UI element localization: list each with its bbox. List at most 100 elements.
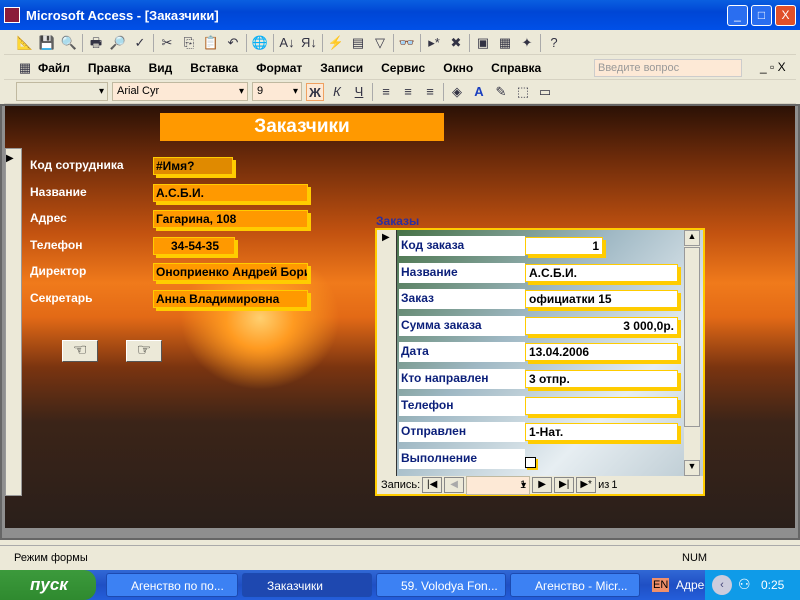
task-customers-form[interactable]: Заказчики — [242, 573, 372, 597]
record-selector[interactable]: ▶ — [5, 148, 22, 496]
menu-help[interactable]: Справка — [491, 61, 541, 75]
menu-view[interactable]: Вид — [149, 61, 173, 75]
print-preview-icon[interactable]: 🔍 — [60, 34, 78, 52]
underline-button[interactable]: Ч — [350, 83, 368, 101]
completed-checkbox[interactable] — [525, 456, 536, 468]
design-view-icon[interactable]: 📐 — [16, 34, 34, 52]
field-value[interactable]: Анна Владимировна — [153, 289, 308, 308]
border-icon[interactable]: ⬚ — [514, 83, 532, 101]
database-window-icon[interactable]: ▦ — [496, 34, 514, 52]
language-indicator[interactable]: EN — [652, 578, 670, 592]
field-value[interactable]: А.С.Б.И. — [153, 183, 308, 202]
record-of: из — [598, 479, 610, 491]
start-button[interactable]: пуск — [0, 570, 96, 600]
align-left-icon[interactable]: ≡ — [377, 83, 395, 101]
task-word[interactable]: Агенство - Micr... — [510, 573, 640, 597]
menu-records[interactable]: Записи — [320, 61, 363, 75]
form-icon: ▦ — [18, 59, 32, 75]
cut-icon[interactable]: ✂ — [158, 34, 176, 52]
subform-field-value[interactable]: 1 — [525, 237, 603, 255]
object-select[interactable] — [16, 82, 108, 101]
subform-field-value[interactable]: 1-Нат. — [525, 423, 678, 442]
fill-color-icon[interactable]: ◈ — [448, 83, 466, 101]
font-color-icon[interactable]: A — [470, 83, 488, 101]
hyperlink-icon[interactable]: 🌐 — [251, 34, 269, 52]
help-icon[interactable]: ? — [545, 34, 563, 52]
current-record-input[interactable]: 1 — [466, 475, 531, 495]
network-icon[interactable]: ⚇ — [738, 576, 751, 593]
print-icon[interactable]: 🖶 — [87, 34, 105, 52]
paste-icon[interactable]: 📋 — [202, 34, 220, 52]
previous-record-button[interactable]: ☜ — [62, 340, 98, 362]
special-effect-icon[interactable]: ▭ — [536, 83, 554, 101]
close-button[interactable]: X — [775, 5, 796, 26]
taskbar: пуск Агенство по по... Заказчики 59. Vol… — [0, 570, 800, 600]
find-icon[interactable]: 👓 — [398, 34, 416, 52]
task-agency-db[interactable]: Агенство по по... — [106, 573, 238, 597]
line-color-icon[interactable]: ✎ — [492, 83, 510, 101]
new-record-button[interactable]: ▶* — [576, 477, 597, 493]
spell-icon[interactable]: ✓ — [131, 34, 149, 52]
menu-format[interactable]: Формат — [256, 61, 302, 75]
italic-button[interactable]: К — [328, 83, 346, 101]
subform-field-value[interactable]: 13.04.2006 — [525, 343, 678, 362]
first-record-button[interactable]: |◀ — [422, 477, 443, 493]
form-title: Заказчики — [160, 113, 444, 141]
task-winamp[interactable]: 59. Volodya Fon... — [376, 573, 506, 597]
subform-field-value[interactable]: 3 000,0р. — [525, 316, 678, 335]
subform-field-label: Телефон — [399, 395, 525, 416]
subform-field-value[interactable] — [525, 396, 678, 415]
delete-record-icon[interactable]: ✖ — [447, 34, 465, 52]
new-object-icon[interactable]: ✦ — [518, 34, 536, 52]
search-icon[interactable]: 🔎 — [109, 34, 127, 52]
properties-icon[interactable]: ▣ — [474, 34, 492, 52]
subform-field-value[interactable]: официатки 15 — [525, 290, 678, 309]
align-right-icon[interactable]: ≡ — [421, 83, 439, 101]
undo-icon[interactable]: ↶ — [224, 34, 242, 52]
field-value[interactable]: Гагарина, 108 — [153, 210, 308, 228]
subform-record-selector[interactable]: ▶ — [377, 230, 397, 476]
subform-field-value[interactable]: 3 отпр. — [525, 370, 678, 388]
font-size-select[interactable]: 9 — [252, 82, 302, 101]
subform-field-label: Название — [399, 262, 525, 283]
subform-field-label: Кто направлен — [399, 369, 525, 389]
menu-tools[interactable]: Сервис — [381, 61, 425, 75]
field-label: Директор — [30, 264, 87, 278]
prev-record-button[interactable]: ◀ — [444, 477, 465, 493]
subform-field-value[interactable]: А.С.Б.И. — [525, 263, 678, 282]
align-center-icon[interactable]: ≡ — [399, 83, 417, 101]
menu-file[interactable]: Файл — [38, 61, 70, 75]
window-title: Microsoft Access - [Заказчики] — [26, 7, 219, 23]
field-value[interactable]: #Имя? — [153, 157, 233, 175]
bold-button[interactable]: Ж — [306, 82, 324, 101]
record-label: Запись: — [381, 479, 421, 491]
menu-window[interactable]: Окно — [443, 61, 473, 75]
subform-field-label: Код заказа — [399, 236, 525, 256]
next-record-button[interactable]: ▶ — [532, 477, 553, 493]
minimize-button[interactable]: _ — [727, 5, 748, 26]
font-select[interactable]: Arial Cyr — [112, 82, 248, 101]
sort-desc-icon[interactable]: Я↓ — [300, 34, 318, 52]
new-record-icon[interactable]: ▸* — [425, 34, 443, 52]
maximize-button[interactable]: □ — [751, 5, 772, 26]
menu-insert[interactable]: Вставка — [190, 61, 238, 75]
subform-scrollbar[interactable]: ▲ ▼ — [684, 230, 700, 476]
filter-selection-icon[interactable]: ⚡ — [327, 34, 345, 52]
menu-edit[interactable]: Правка — [88, 61, 131, 75]
filter-form-icon[interactable]: ▤ — [349, 34, 367, 52]
tray-expand-icon[interactable]: ‹ — [712, 575, 732, 595]
save-icon[interactable]: 💾 — [38, 34, 56, 52]
ask-question-input[interactable]: Введите вопрос — [594, 59, 742, 77]
subform-field-label: Отправлен — [399, 422, 525, 443]
child-window-controls[interactable]: _ ▫ X — [760, 60, 786, 74]
title-bar: Microsoft Access - [Заказчики] — [0, 0, 800, 30]
next-record-button[interactable]: ☞ — [126, 340, 162, 362]
copy-icon[interactable]: ⎘ — [180, 34, 198, 52]
sort-asc-icon[interactable]: A↓ — [278, 34, 296, 52]
field-value[interactable]: Оноприенко Андрей Бори — [153, 263, 308, 281]
subform-field-label: Заказ — [399, 289, 525, 310]
filter-icon[interactable]: ▽ — [371, 34, 389, 52]
field-value[interactable]: 34-54-35 — [153, 236, 235, 255]
last-record-button[interactable]: ▶| — [554, 477, 575, 493]
record-total: 1 — [611, 479, 618, 491]
